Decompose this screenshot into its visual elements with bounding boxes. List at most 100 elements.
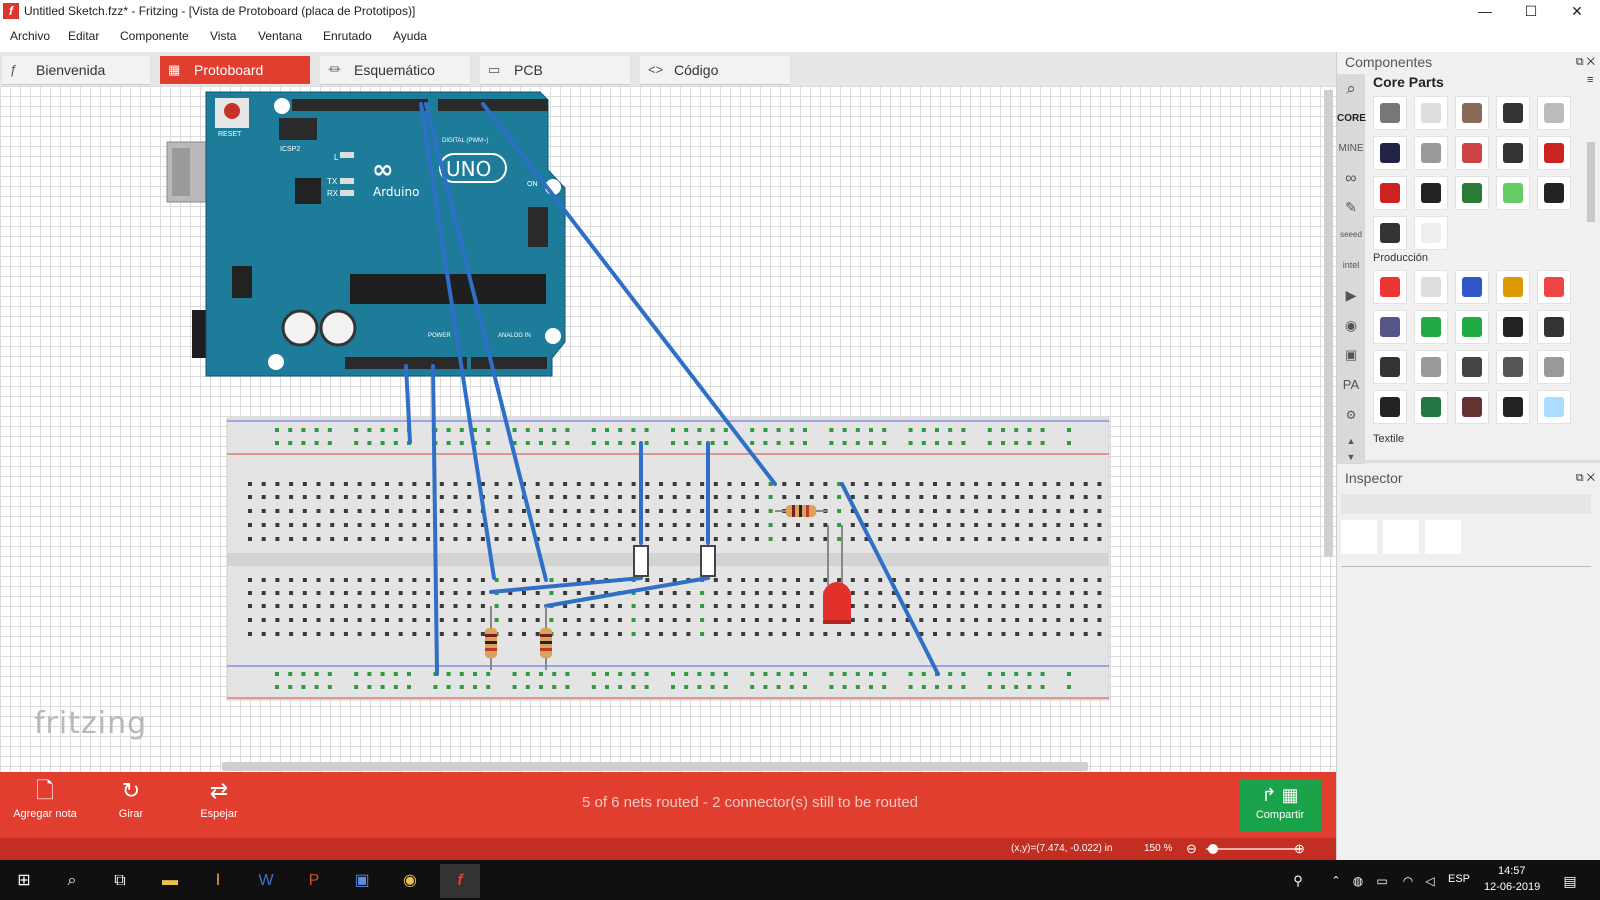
production-part-3-2[interactable] (1455, 390, 1489, 424)
production-part-0-2[interactable] (1455, 270, 1489, 304)
bin-tab-pa[interactable]: PA (1337, 370, 1365, 400)
bin-menu-icon[interactable]: ≡ (1587, 74, 1593, 86)
snootlab-bin-icon[interactable]: ✎ (1337, 192, 1365, 222)
production-part-2-0[interactable] (1373, 350, 1407, 384)
core-part-3-1[interactable] (1414, 216, 1448, 250)
production-part-3-3[interactable] (1496, 390, 1530, 424)
vertical-scrollbar[interactable] (1324, 90, 1333, 556)
tab-esquematico[interactable]: ⏛ Esquemático (320, 56, 470, 85)
menu-archivo[interactable]: Archivo (10, 29, 50, 43)
app-icon-orange[interactable]: Ⅰ (198, 864, 238, 898)
routing-status[interactable]: 5 of 6 nets routed - 2 connector(s) stil… (520, 794, 980, 811)
production-part-1-0[interactable] (1373, 310, 1407, 344)
parts-scrollbar[interactable] (1587, 142, 1595, 222)
core-part-0-4[interactable] (1537, 96, 1571, 130)
play-bin-icon[interactable]: ▶ (1337, 280, 1365, 310)
production-part-0-0[interactable] (1373, 270, 1407, 304)
notifications-icon[interactable]: ▤ (1550, 864, 1590, 898)
production-part-0-3[interactable] (1496, 270, 1530, 304)
core-part-3-0[interactable] (1373, 216, 1407, 250)
powerpoint-icon[interactable]: P (294, 864, 334, 898)
share-button[interactable]: ↱ ▦ Compartir (1239, 780, 1321, 832)
people-icon[interactable]: ⚲ (1278, 864, 1318, 898)
tab-protoboard[interactable]: ▦ Protoboard (160, 56, 310, 84)
right-dock: Componentes ⧉ ✕ ⌕ CORE MINE ∞ ✎ seeed in… (1336, 52, 1600, 860)
production-part-3-1[interactable] (1414, 390, 1448, 424)
production-part-1-1[interactable] (1414, 310, 1448, 344)
core-part-2-4[interactable] (1537, 176, 1571, 210)
production-part-0-4[interactable] (1537, 270, 1571, 304)
core-part-1-3[interactable] (1496, 136, 1530, 170)
menu-componente[interactable]: Componente (120, 29, 189, 43)
production-part-2-1[interactable] (1414, 350, 1448, 384)
volume-icon[interactable]: ◁ (1410, 864, 1450, 898)
pushbutton-1[interactable] (633, 545, 649, 577)
core-part-1-4[interactable] (1537, 136, 1571, 170)
core-part-0-3[interactable] (1496, 96, 1530, 130)
rotate-button[interactable]: ↻ Girar (86, 778, 176, 820)
zoom-in-icon[interactable]: ⊕ (1294, 841, 1305, 857)
add-note-button[interactable]: 🗋 Agregar nota (0, 778, 90, 820)
chrome-icon[interactable]: ◉ (390, 864, 430, 898)
zoom-slider[interactable] (1206, 848, 1302, 850)
search-icon[interactable]: ⌕ (1337, 74, 1365, 104)
scroll-bins-down-icon[interactable]: ▼ (1337, 442, 1365, 472)
menu-ventana[interactable]: Ventana (258, 29, 302, 43)
core-part-1-0[interactable] (1373, 136, 1407, 170)
dagu-bin-icon[interactable]: ◉ (1337, 310, 1365, 340)
fritzing-taskbar-icon[interactable]: f (440, 864, 480, 898)
task-view-icon[interactable]: ⧉ (100, 864, 140, 898)
bin-tab-mine[interactable]: MINE (1337, 134, 1365, 164)
menu-editar[interactable]: Editar (68, 29, 99, 43)
arduino-bin-icon[interactable]: ∞ (1337, 164, 1365, 194)
core-part-2-1[interactable] (1414, 176, 1448, 210)
bin-tab-intel[interactable]: intel (1337, 250, 1365, 280)
tab-bienvenida[interactable]: ƒ Bienvenida (2, 56, 150, 85)
horizontal-scrollbar[interactable] (222, 762, 1088, 771)
production-part-3-0[interactable] (1373, 390, 1407, 424)
breadboard-canvas[interactable]: RESET ICSP2 ∞ UNO Arduino ON TX RX L DIG… (0, 86, 1336, 772)
production-part-1-4[interactable] (1537, 310, 1571, 344)
windows-start-icon[interactable]: ⊞ (4, 864, 44, 898)
maximize-button[interactable]: ☐ (1508, 0, 1554, 23)
core-part-0-2[interactable] (1455, 96, 1489, 130)
pushbutton-2[interactable] (700, 545, 716, 577)
core-part-2-3[interactable] (1496, 176, 1530, 210)
search-icon[interactable]: ⌕ (52, 864, 92, 898)
core-part-0-1[interactable] (1414, 96, 1448, 130)
core-part-1-1[interactable] (1414, 136, 1448, 170)
close-button[interactable]: ✕ (1554, 0, 1600, 23)
core-part-0-0[interactable] (1373, 96, 1407, 130)
menu-vista[interactable]: Vista (210, 29, 236, 43)
zoom-slider-handle[interactable] (1208, 844, 1218, 854)
panel-close-icon[interactable]: ⧉ ✕ (1576, 56, 1595, 69)
clock-date[interactable]: 12-06-2019 (1484, 881, 1540, 893)
menu-enrutado[interactable]: Enrutado (323, 29, 372, 43)
language-indicator[interactable]: ESP (1448, 873, 1470, 885)
bin-tab-core[interactable]: CORE (1337, 104, 1366, 134)
clock-time[interactable]: 14:57 (1498, 865, 1526, 877)
lilypad-bin-icon[interactable]: ▣ (1337, 340, 1365, 370)
production-part-1-2[interactable] (1455, 310, 1489, 344)
bin-tab-seeed[interactable]: seeed (1337, 220, 1365, 250)
minimize-button[interactable]: — (1462, 0, 1508, 23)
core-part-2-0[interactable] (1373, 176, 1407, 210)
production-part-3-4[interactable] (1537, 390, 1571, 424)
production-part-1-3[interactable] (1496, 310, 1530, 344)
menu-ayuda[interactable]: Ayuda (393, 29, 427, 43)
file-explorer-icon[interactable]: ▬ (150, 864, 190, 898)
tab-codigo[interactable]: <> Código (640, 56, 790, 85)
video-app-icon[interactable]: ▣ (342, 864, 382, 898)
production-part-0-1[interactable] (1414, 270, 1448, 304)
tab-pcb[interactable]: ▭ PCB (480, 56, 630, 85)
production-part-2-4[interactable] (1537, 350, 1571, 384)
inspector-close-icon[interactable]: ⧉ ✕ (1576, 472, 1595, 485)
production-part-2-2[interactable] (1455, 350, 1489, 384)
core-part-1-2[interactable] (1455, 136, 1489, 170)
word-icon[interactable]: W (246, 864, 286, 898)
core-part-2-2[interactable] (1455, 176, 1489, 210)
inspector-title-field[interactable] (1341, 494, 1591, 514)
zoom-out-icon[interactable]: ⊖ (1186, 841, 1197, 857)
production-part-2-3[interactable] (1496, 350, 1530, 384)
mirror-button[interactable]: ⇄ Espejar (174, 778, 264, 820)
